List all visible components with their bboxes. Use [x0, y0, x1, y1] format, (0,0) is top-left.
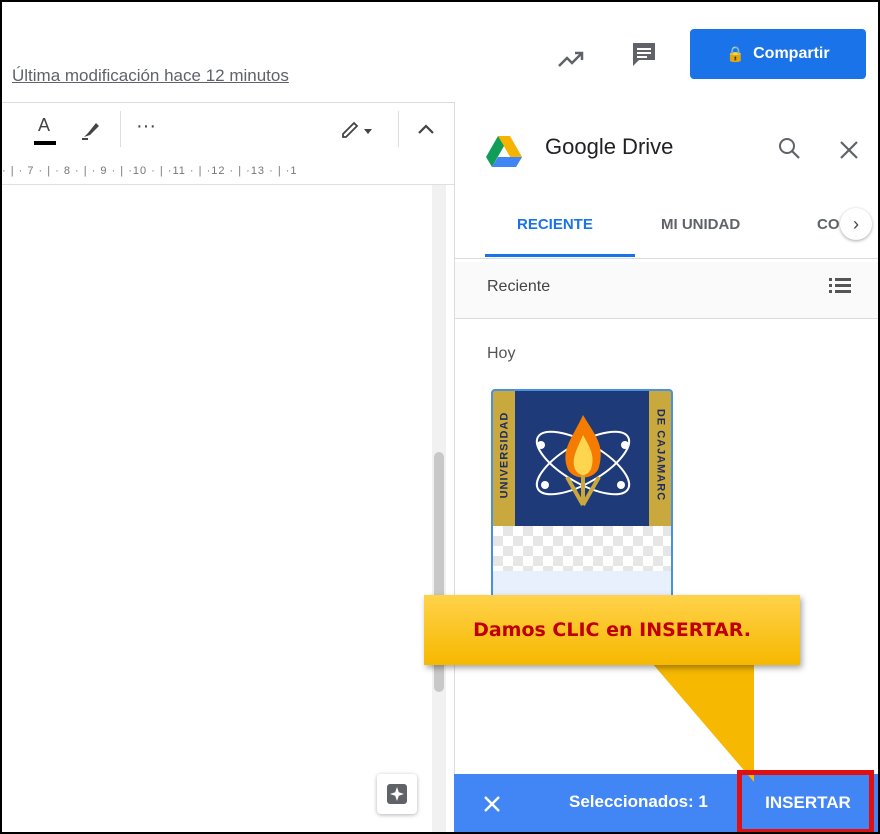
text-color-swatch [34, 141, 56, 145]
google-drive-logo-icon [486, 136, 522, 167]
section-header: Reciente [455, 262, 878, 319]
text-color-icon[interactable]: A [34, 115, 56, 145]
share-label: Compartir [753, 45, 830, 62]
ruler-text: · | · 7 · | · 8 · | · 9 · | ·10 · | ·11 … [2, 165, 298, 177]
logo-band-right: DE CAJAMARC [649, 391, 671, 526]
more-icon[interactable]: ··· [136, 115, 156, 138]
highlighter-icon[interactable] [80, 119, 102, 141]
drive-header: Google Drive [455, 102, 878, 194]
drive-panel: Google Drive RECIENTE MI UNIDAD CO › Rec… [454, 102, 878, 832]
file-image: UNIVERSIDAD DE CAJAMARC [493, 391, 671, 526]
group-label: Hoy [487, 345, 516, 362]
active-tab-indicator [485, 254, 635, 257]
chevron-right-icon[interactable]: › [840, 208, 872, 240]
file-thumbnail-selected[interactable]: UNIVERSIDAD DE CAJAMARC [491, 389, 673, 603]
clear-selection-icon[interactable] [482, 794, 502, 814]
explore-button[interactable] [377, 774, 417, 814]
last-modified-link[interactable]: Última modificación hace 12 minutos [12, 66, 289, 86]
screenshot-frame: Última modificación hace 12 minutos 🔒 Co… [0, 0, 880, 834]
comment-icon[interactable] [630, 40, 658, 68]
tab-compartidos[interactable]: CO [817, 216, 840, 233]
doc-toolbar: A ··· [2, 102, 454, 159]
selected-count: Seleccionados: 1 [569, 792, 708, 811]
highlight-box [737, 770, 874, 832]
toolbar-divider [398, 111, 399, 147]
edit-mode-icon[interactable] [340, 119, 374, 141]
close-icon[interactable] [837, 138, 861, 162]
drive-title: Google Drive [545, 134, 674, 159]
logo-text-right: DE CAJAMARC [654, 408, 667, 502]
trending-icon[interactable] [556, 44, 586, 74]
lock-icon: 🔒 [726, 46, 746, 63]
share-button[interactable]: 🔒 Compartir [690, 29, 866, 79]
tutorial-callout: Damos CLIC en INSERTAR. [424, 595, 800, 665]
collapse-icon[interactable] [416, 121, 436, 137]
text-color-glyph: A [38, 115, 51, 135]
logo-band-left: UNIVERSIDAD [493, 391, 515, 526]
list-view-icon[interactable] [829, 276, 851, 294]
tab-reciente[interactable]: RECIENTE [517, 216, 593, 233]
callout-text: Damos CLIC en INSERTAR. [473, 619, 751, 641]
file-list: Hoy UNIVERSIDAD DE CAJAMARC [455, 319, 878, 774]
doc-header: Última modificación hace 12 minutos 🔒 Co… [2, 2, 878, 102]
section-label: Reciente [487, 278, 551, 295]
search-icon[interactable] [777, 136, 801, 160]
tab-mi-unidad[interactable]: MI UNIDAD [661, 216, 740, 233]
university-emblem-icon [535, 415, 631, 506]
document-page[interactable] [2, 185, 452, 832]
toolbar-divider [120, 111, 121, 147]
logo-text-left: UNIVERSIDAD [498, 411, 511, 499]
ruler: · | · 7 · | · 8 · | · 9 · | ·10 · | ·11 … [2, 158, 454, 185]
drive-tabs: RECIENTE MI UNIDAD CO [455, 194, 878, 259]
explore-icon [387, 784, 407, 804]
